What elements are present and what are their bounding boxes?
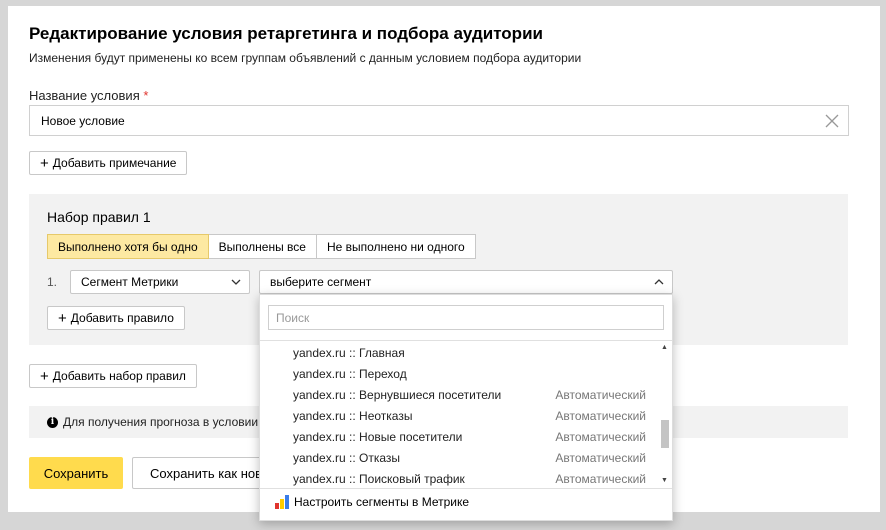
segment-option-name: yandex.ru :: Главная — [293, 345, 405, 360]
divider — [260, 488, 672, 489]
segment-option-name: yandex.ru :: Вернувшиеся посетители — [293, 387, 502, 402]
segment-option-name: yandex.ru :: Поисковый трафик — [293, 471, 465, 486]
add-note-label: Добавить примечание — [52, 156, 177, 170]
dialog-subtitle: Изменения будут применены ко всем группа… — [29, 51, 582, 65]
mode-option-none[interactable]: Не выполнено ни одного — [315, 234, 476, 259]
segment-list-scrollbar[interactable]: ▲ ▼ — [659, 342, 670, 486]
segment-option[interactable]: yandex.ru :: Главная — [260, 342, 658, 363]
scroll-up-icon[interactable]: ▲ — [661, 344, 668, 351]
ruleset-title: Набор правил 1 — [47, 209, 151, 225]
segment-option-name: yandex.ru :: Новые посетители — [293, 429, 463, 444]
metrika-icon — [275, 495, 289, 509]
configure-segments-label: Настроить сегменты в Метрике — [294, 495, 470, 509]
add-ruleset-label: Добавить набор правил — [52, 369, 186, 383]
divider — [260, 340, 672, 341]
condition-name-value: Новое условие — [41, 114, 125, 128]
add-rule-label: Добавить правило — [70, 311, 174, 325]
save-button[interactable]: Сохранить — [29, 457, 123, 489]
segment-select[interactable]: выберите сегмент — [259, 270, 673, 294]
segment-option[interactable]: yandex.ru :: Неотказы Автоматический — [260, 405, 658, 426]
add-ruleset-button[interactable]: + Добавить набор правил — [29, 364, 197, 388]
plus-icon: + — [40, 154, 49, 172]
scrollbar-thumb[interactable] — [661, 420, 669, 448]
dialog-title: Редактирование условия ретаргетинга и по… — [29, 24, 543, 43]
segment-option-name: yandex.ru :: Неотказы — [293, 408, 413, 423]
segment-list: yandex.ru :: Главная yandex.ru :: Перехо… — [260, 342, 658, 487]
segment-option-tag: Автоматический — [555, 408, 646, 423]
plus-icon: + — [40, 367, 49, 385]
rule-type-value: Сегмент Метрики — [81, 275, 179, 289]
segment-option-tag: Автоматический — [555, 429, 646, 444]
segment-option-tag: Автоматический — [555, 450, 646, 465]
rule-number: 1. — [47, 275, 58, 289]
configure-segments-link[interactable]: Настроить сегменты в Метрике — [275, 495, 469, 509]
segment-option[interactable]: yandex.ru :: Переход — [260, 363, 658, 384]
segment-option-tag: Автоматический — [555, 471, 646, 486]
add-note-button[interactable]: + Добавить примечание — [29, 151, 188, 175]
ruleset-mode-switch: Выполнено хотя бы одно Выполнены все Не … — [47, 234, 476, 259]
mode-option-any[interactable]: Выполнено хотя бы одно — [47, 234, 209, 259]
info-icon: i — [47, 416, 58, 428]
add-rule-button[interactable]: + Добавить правило — [47, 306, 185, 330]
chevron-up-icon — [654, 279, 664, 285]
segment-option-name: yandex.ru :: Отказы — [293, 450, 401, 465]
segment-option[interactable]: yandex.ru :: Отказы Автоматический — [260, 447, 658, 468]
scroll-down-icon[interactable]: ▼ — [661, 477, 668, 484]
rule-type-select[interactable]: Сегмент Метрики — [70, 270, 250, 294]
forecast-info-text: Для получения прогноза в условии д — [63, 415, 269, 429]
plus-icon: + — [58, 309, 67, 327]
segment-option-name: yandex.ru :: Переход — [293, 366, 407, 381]
chevron-down-icon — [231, 279, 241, 285]
condition-name-input[interactable]: Новое условие — [29, 105, 849, 136]
required-mark: * — [143, 88, 149, 103]
segment-search-input[interactable]: Поиск — [268, 305, 664, 330]
mode-option-all[interactable]: Выполнены все — [207, 234, 317, 259]
condition-name-label: Название условия * — [29, 88, 148, 103]
segment-dropdown: Поиск yandex.ru :: Главная yandex.ru :: … — [259, 294, 673, 521]
segment-option[interactable]: yandex.ru :: Поисковый трафик Автоматиче… — [260, 468, 658, 487]
condition-name-label-text: Название условия — [29, 88, 140, 103]
segment-option[interactable]: yandex.ru :: Вернувшиеся посетители Авто… — [260, 384, 658, 405]
segment-option-tag: Автоматический — [555, 387, 646, 402]
segment-option[interactable]: yandex.ru :: Новые посетители Автоматиче… — [260, 426, 658, 447]
segment-select-value: выберите сегмент — [270, 275, 372, 289]
clear-icon[interactable] — [824, 113, 840, 129]
